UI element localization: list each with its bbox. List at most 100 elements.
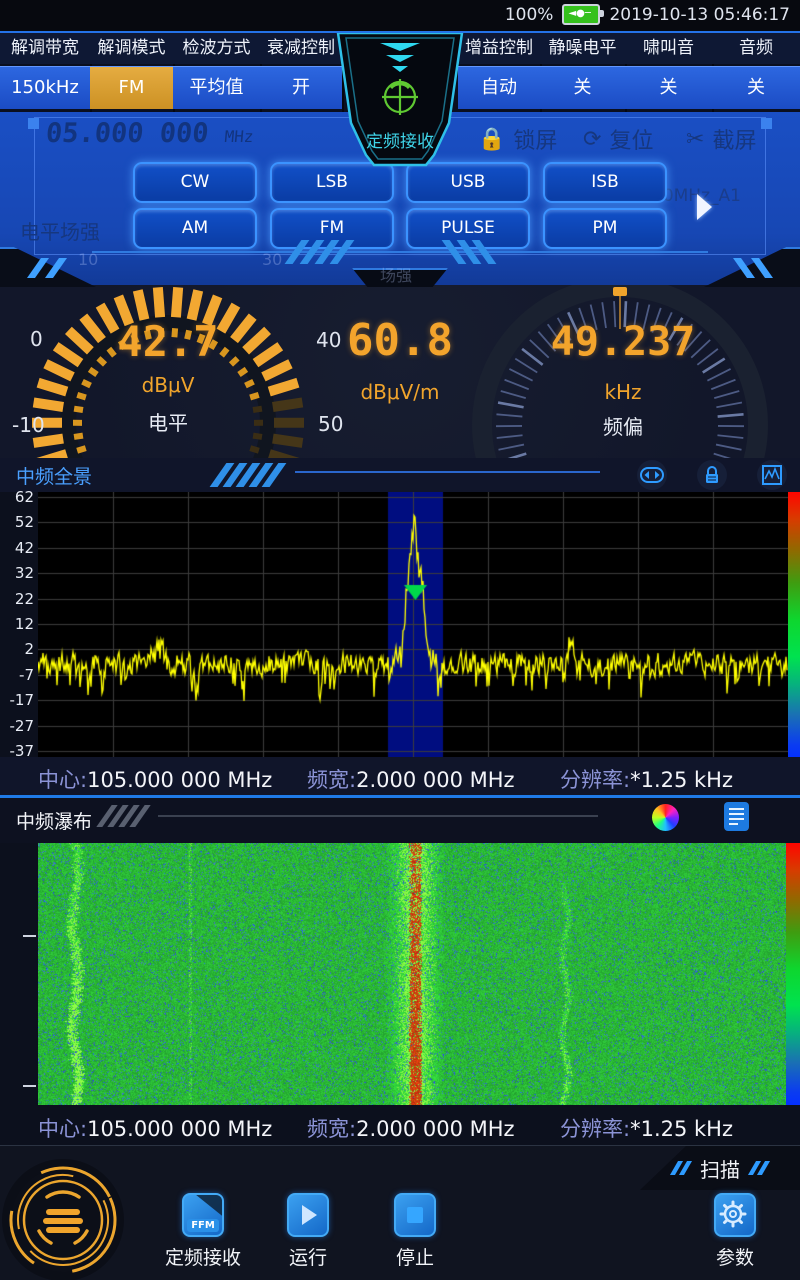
menu-label: 静噪电平 [540, 33, 625, 64]
menu-value-button[interactable]: 关 [540, 66, 625, 109]
waterfall-display[interactable] [38, 843, 786, 1105]
stop-icon [394, 1193, 436, 1237]
meter-panel: 42.7 dBμV 电平 0 40 -10 50 60.8 dBμV/m 49.… [0, 285, 800, 458]
menu-value-button[interactable]: 平均值 [173, 66, 260, 109]
trapezoid-label: 定频接收 [366, 132, 434, 152]
field-unit: dBμV/m [360, 380, 439, 404]
ffm-badge: FFM [187, 1219, 219, 1232]
play-icon [287, 1193, 329, 1237]
nav-label: 停止 [355, 1243, 475, 1270]
y-tick-label: 42 [0, 539, 34, 557]
spectrum-icon[interactable] [757, 460, 787, 490]
level-field-label-dimmed: 电平场强 [20, 216, 100, 245]
dim-tick: 30 [262, 250, 282, 269]
info-label: 频宽: [307, 768, 356, 792]
menu-col-left-1: 解调模式FM [90, 33, 175, 112]
scissors-icon: ✂ [686, 127, 704, 152]
reset-button[interactable]: ⟳复位 [583, 123, 653, 155]
info-label: 频宽: [307, 1117, 356, 1141]
menu-label: 解调模式 [90, 33, 173, 64]
menu-label: 啸叫音 [625, 33, 712, 64]
menu-col-right-2: 啸叫音关 [625, 33, 714, 112]
waterfall-title: 中频瀑布 [16, 807, 92, 834]
offset-value: 49.237 [551, 319, 696, 365]
nav-label: 参数 [675, 1243, 795, 1270]
panorama-header: 中频全景 [0, 458, 800, 492]
mode-button-am[interactable]: AM [133, 208, 257, 249]
info-label: 分辨率: [560, 1117, 630, 1141]
mode-button-cw[interactable]: CW [133, 162, 257, 203]
frequency-display-dimmed: 05.000 000 MHz [45, 118, 255, 149]
scale-neg10: -10 [12, 413, 45, 437]
colorbar-spectrum [788, 492, 800, 758]
y-tick-label: -27 [0, 717, 34, 735]
main-menu-button[interactable] [6, 1163, 120, 1277]
nav-item-stop-icon[interactable]: 停止 [355, 1193, 475, 1270]
info-span: 频宽:2.000 000 MHz [307, 764, 515, 794]
menu-value-button[interactable]: FM [90, 66, 173, 109]
lock-icon: 🔒 [478, 127, 505, 152]
info-label: 中心: [38, 1117, 87, 1141]
y-tick-label: -7 [0, 666, 34, 684]
mode-button-isb[interactable]: ISB [543, 162, 667, 203]
bottom-nav-bar: 扫描 FFM 定频接收运行停止 参数 [0, 1145, 800, 1280]
offset-needle-marker [613, 287, 627, 296]
color-wheel-icon[interactable] [652, 804, 679, 831]
y-tick-label: 52 [0, 513, 34, 531]
lock-screen-button[interactable]: 🔒锁屏 [478, 123, 557, 155]
tab-fixed-frequency-receive[interactable]: 定频接收 [330, 33, 470, 171]
gear-icon [714, 1193, 756, 1237]
waterfall-tick [23, 935, 36, 937]
info-rbw: 分辨率:*1.25 kHz [560, 1113, 733, 1143]
y-tick-label: 32 [0, 564, 34, 582]
offset-label: 频偏 [603, 411, 643, 440]
spectrum-display[interactable] [38, 492, 788, 758]
menu-col-left-0: 解调带宽150kHz [0, 33, 92, 112]
nav-item-gear-icon[interactable]: 参数 [675, 1193, 795, 1270]
level-gauge [10, 285, 370, 458]
nav-item-ffm-icon[interactable]: FFM 定频接收 [143, 1193, 263, 1270]
menu-label: 音频 [712, 33, 800, 64]
info-center: 中心:105.000 000 MHz [38, 1113, 272, 1143]
offset-unit: kHz [604, 380, 641, 404]
menu-value-button[interactable]: 150kHz [0, 66, 90, 109]
dim-tick: 10 [78, 250, 98, 269]
panorama-title: 中频全景 [16, 462, 92, 489]
level-unit: dBμV [142, 373, 195, 397]
info-rbw: 分辨率:*1.25 kHz [560, 764, 733, 794]
overlay-handle-right [761, 118, 772, 129]
menu-col-right-0: 增益控制自动 [458, 33, 542, 112]
battery-charging-icon: ◄●─ [562, 4, 600, 25]
menu-value-button[interactable]: 关 [712, 66, 800, 109]
scan-label: 扫描 [700, 1154, 740, 1183]
mode-button-pm[interactable]: PM [543, 208, 667, 249]
list-icon[interactable] [724, 802, 749, 831]
deco-line [92, 251, 708, 253]
info-value: *1.25 kHz [630, 1117, 733, 1141]
scale-0: 0 [30, 327, 43, 351]
info-label: 中心: [38, 768, 87, 792]
spectrum-info-row: 中心:105.000 000 MHz频宽:2.000 000 MHz分辨率:*1… [0, 757, 800, 795]
info-value: *1.25 kHz [630, 768, 733, 792]
y-tick-label: -17 [0, 691, 34, 709]
chevron-right-icon[interactable] [697, 194, 712, 220]
menu-value-button[interactable]: 关 [625, 66, 712, 109]
pan-toggle-icon[interactable] [637, 460, 667, 490]
y-tick-label: 2 [0, 640, 34, 658]
menu-col-right-1: 静噪电平关 [540, 33, 627, 112]
nav-label: 定频接收 [143, 1243, 263, 1270]
screenshot-button[interactable]: ✂截屏 [686, 123, 756, 155]
ffm-icon: FFM [182, 1193, 224, 1237]
level-value: 42.7 [117, 317, 218, 366]
status-bar: 100% ◄●─ 2019-10-13 05:46:17 [0, 0, 800, 31]
status-datetime: 2019-10-13 05:46:17 [609, 5, 790, 25]
menu-value-button[interactable]: 自动 [458, 66, 540, 109]
scale-50: 50 [318, 412, 343, 436]
nav-item-play-icon[interactable]: 运行 [248, 1193, 368, 1270]
lock-icon[interactable] [697, 460, 727, 490]
waterfall-tick [23, 1085, 36, 1087]
mode-button-pulse[interactable]: PULSE [406, 208, 530, 249]
field-value: 60.8 [347, 315, 453, 366]
info-span: 频宽:2.000 000 MHz [307, 1113, 515, 1143]
scan-section-header[interactable]: 扫描 [640, 1146, 800, 1190]
